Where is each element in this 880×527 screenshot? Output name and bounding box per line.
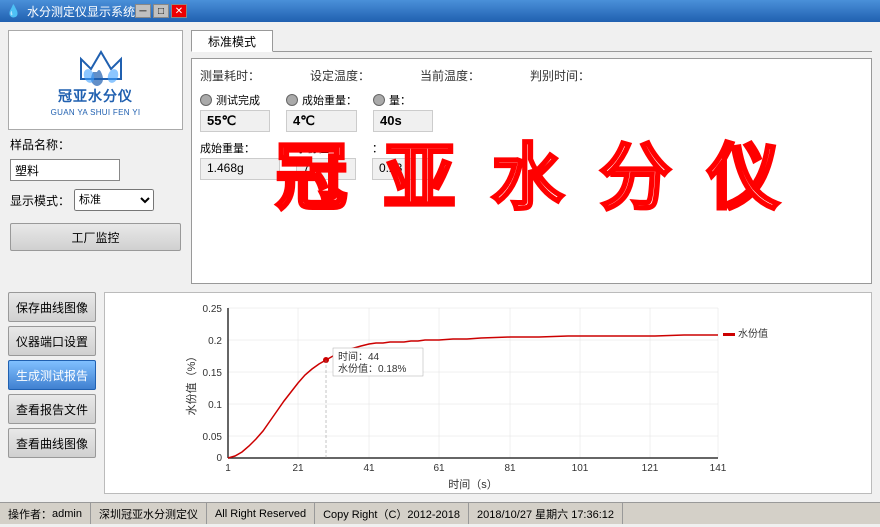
app-icon: 💧 bbox=[6, 4, 21, 18]
measure-temp-cur: 当前温度： bbox=[420, 67, 500, 86]
main-window: 冠亚水分仪 GUAN YA SHUI FEN YI 样品名称： 显示模式： 标准… bbox=[0, 22, 880, 527]
display-mode-row: 显示模式： 标准 高级 bbox=[8, 189, 183, 211]
state-label-3: 量： bbox=[389, 92, 411, 108]
svg-text:61: 61 bbox=[433, 463, 445, 474]
operator-value: admin bbox=[52, 508, 82, 520]
generate-report-button[interactable]: 生成测试报告 bbox=[8, 360, 96, 390]
sample-name-input[interactable] bbox=[10, 159, 120, 181]
svg-text:41: 41 bbox=[363, 463, 375, 474]
side-buttons: 保存曲线图像 仪器端口设置 生成测试报告 查看报告文件 查看曲线图像 bbox=[8, 292, 96, 494]
minimize-button[interactable]: ─ bbox=[135, 4, 151, 18]
tab-standard[interactable]: 标准模式 bbox=[191, 30, 273, 52]
titlebar-title: 水分测定仪显示系统 bbox=[27, 3, 135, 20]
state-label-2: 成始重量： bbox=[302, 92, 357, 108]
svg-text:81: 81 bbox=[504, 463, 516, 474]
state-light-2 bbox=[286, 94, 298, 106]
tooltip-time: 时间：44 bbox=[338, 350, 380, 363]
bottom-area: 保存曲线图像 仪器端口设置 生成测试报告 查看报告文件 查看曲线图像 bbox=[0, 292, 880, 502]
temp-set-label: 设定温度： bbox=[310, 67, 390, 84]
legend-label: 水份值 bbox=[738, 327, 768, 340]
tooltip-value: 水份值：0.18% bbox=[338, 362, 406, 375]
measure-temp-set: 设定温度： bbox=[310, 67, 390, 86]
company-value: 深圳冠亚水分测定仪 bbox=[99, 506, 198, 522]
rights-item: All Right Reserved bbox=[207, 503, 315, 524]
right-panel: 标准模式 冠 亚 水 分 仪 测量耗时： 设定温度： 当前温度： bbox=[191, 30, 872, 284]
moisture-value: 7 bbox=[296, 158, 356, 180]
view-curve-button[interactable]: 查看曲线图像 bbox=[8, 428, 96, 458]
display-mode-label: 显示模式： bbox=[10, 192, 70, 209]
value3: 0.23 bbox=[372, 158, 432, 180]
time-label: 测量耗时： bbox=[200, 67, 280, 84]
statusbar: 操作者： admin 深圳冠亚水分测定仪 All Right Reserved … bbox=[0, 502, 880, 524]
copyright-value: Copy Right（C）2012-2018 bbox=[323, 506, 460, 522]
left-panel: 冠亚水分仪 GUAN YA SHUI FEN YI 样品名称： 显示模式： 标准… bbox=[8, 30, 183, 284]
sample-name-row: 样品名称： bbox=[8, 136, 183, 153]
judge-value: 40s bbox=[373, 110, 433, 132]
state-complete-label: 测试完成 bbox=[216, 92, 260, 108]
chart-svg: 0 0.05 0.1 0.15 0.2 0.25 1 21 41 61 81 1… bbox=[105, 293, 871, 493]
factory-monitor-button[interactable]: 工厂监控 bbox=[10, 223, 181, 251]
tab-area: 标准模式 bbox=[191, 30, 872, 52]
moisture-label: 水份值： bbox=[296, 140, 356, 156]
temp-cur-value: 4℃ bbox=[286, 110, 357, 132]
svg-text:121: 121 bbox=[642, 463, 659, 474]
svg-text:141: 141 bbox=[710, 463, 727, 474]
state-light-1 bbox=[200, 94, 212, 106]
logo-area: 冠亚水分仪 GUAN YA SHUI FEN YI bbox=[8, 30, 183, 130]
state-light-3 bbox=[373, 94, 385, 106]
measurement-panel: 冠 亚 水 分 仪 测量耗时： 设定温度： 当前温度： 判别时间： bbox=[191, 58, 872, 284]
titlebar-controls: ─ □ ✕ bbox=[135, 4, 187, 18]
close-button[interactable]: ✕ bbox=[171, 4, 187, 18]
display-mode-select[interactable]: 标准 高级 bbox=[74, 189, 154, 211]
value3-label: ： bbox=[372, 140, 432, 156]
logo-text-en: GUAN YA SHUI FEN YI bbox=[51, 108, 141, 117]
view-report-button[interactable]: 查看报告文件 bbox=[8, 394, 96, 424]
judge-label: 判别时间： bbox=[530, 67, 610, 84]
svg-text:101: 101 bbox=[572, 463, 589, 474]
operator-item: 操作者： admin bbox=[0, 503, 91, 524]
copyright-item: Copy Right（C）2012-2018 bbox=[315, 503, 469, 524]
operator-label: 操作者： bbox=[8, 506, 52, 522]
top-area: 冠亚水分仪 GUAN YA SHUI FEN YI 样品名称： 显示模式： 标准… bbox=[0, 22, 880, 292]
svg-text:0: 0 bbox=[216, 453, 222, 464]
datetime-value: 2018/10/27 星期六 17:36:12 bbox=[477, 506, 614, 522]
weight-value: 1.468g bbox=[200, 158, 280, 180]
company-item: 深圳冠亚水分测定仪 bbox=[91, 503, 207, 524]
datetime-item: 2018/10/27 星期六 17:36:12 bbox=[469, 503, 623, 524]
maximize-button[interactable]: □ bbox=[153, 4, 169, 18]
temp-cur-label: 当前温度： bbox=[420, 67, 500, 84]
rights-value: All Right Reserved bbox=[215, 508, 306, 520]
svg-text:0.05: 0.05 bbox=[203, 432, 223, 443]
legend-icon bbox=[723, 333, 735, 336]
titlebar: 💧 水分测定仪显示系统 ─ □ ✕ bbox=[0, 0, 880, 22]
svg-text:水份值（%）: 水份值（%） bbox=[185, 351, 198, 416]
sample-name-label: 样品名称： bbox=[10, 136, 70, 153]
measure-judge: 判别时间： bbox=[530, 67, 610, 86]
svg-text:0.25: 0.25 bbox=[203, 304, 223, 315]
chart-area: 0 0.05 0.1 0.15 0.2 0.25 1 21 41 61 81 1… bbox=[104, 292, 872, 494]
save-curve-button[interactable]: 保存曲线图像 bbox=[8, 292, 96, 322]
weight-label: 成始重量： bbox=[200, 140, 280, 156]
svg-text:1: 1 bbox=[225, 463, 231, 474]
port-settings-button[interactable]: 仪器端口设置 bbox=[8, 326, 96, 356]
svg-text:时间（s）: 时间（s） bbox=[448, 478, 498, 491]
measure-time: 测量耗时： bbox=[200, 67, 280, 86]
svg-text:0.2: 0.2 bbox=[208, 336, 222, 347]
svg-text:0.15: 0.15 bbox=[203, 368, 223, 379]
logo-icon bbox=[71, 44, 121, 84]
svg-text:0.1: 0.1 bbox=[208, 400, 222, 411]
temp-set-value: 55℃ bbox=[200, 110, 270, 132]
svg-text:21: 21 bbox=[292, 463, 304, 474]
